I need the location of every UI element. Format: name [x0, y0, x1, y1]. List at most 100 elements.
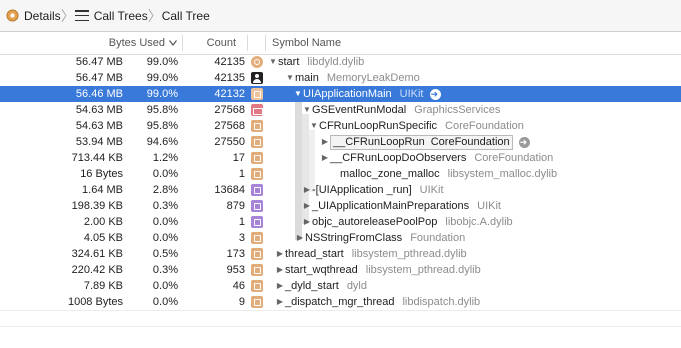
symbol-name: start	[278, 56, 300, 68]
framework-icon	[251, 296, 263, 308]
column-header: Bytes Used Count Symbol Name	[0, 32, 681, 55]
table-row[interactable]: 2.00 KB 0.0% 1 ▶ objc_autoreleasePoolPop…	[0, 214, 681, 230]
disclosure-closed-icon[interactable]: ▶	[302, 214, 312, 230]
table-row[interactable]: 1.64 MB 2.8% 13684 ▶ -[UIApplication _ru…	[0, 182, 681, 198]
disclosure-closed-icon[interactable]: ▶	[302, 198, 312, 214]
count-column-header[interactable]: Count	[183, 32, 236, 54]
table-row[interactable]: 16 Bytes 0.0% 1 malloc_zone_malloc libsy…	[0, 166, 681, 182]
disclosure-closed-icon[interactable]: ▶	[275, 278, 285, 294]
table-row[interactable]: 713.44 KB 1.2% 17 ▶ __CFRunLoopDoObserve…	[0, 150, 681, 166]
framework-icon	[251, 248, 263, 260]
symbol-cell: ▶ __CFRunLoopDoObservers CoreFoundation	[320, 150, 553, 166]
symbol-cell: ▶ _UIApplicationMainPreparations UIKit	[302, 198, 501, 214]
disclosure-closed-icon[interactable]: ▶	[275, 262, 285, 278]
disclosure-closed-icon[interactable]: ▶	[275, 246, 285, 262]
library-name: Foundation	[410, 232, 466, 244]
disclosure-open-icon[interactable]: ▼	[268, 54, 278, 70]
table-row[interactable]: 324.61 KB 0.5% 173 ▶ thread_start libsys…	[0, 246, 681, 262]
symbol-cell: ▼ UIApplicationMain UIKit	[293, 86, 441, 102]
breadcrumb-call-tree[interactable]: Call Tree	[162, 0, 210, 31]
library-name: libsystem_pthread.dylib	[365, 264, 481, 276]
bytes-cell: 1008 Bytes	[67, 296, 123, 308]
bytes-cell: 1.64 MB	[82, 184, 123, 196]
disclosure-open-icon[interactable]: ▼	[285, 70, 295, 86]
empty-row-separator	[0, 310, 681, 311]
table-row[interactable]: 198.39 KB 0.3% 879 ▶ _UIApplicationMainP…	[0, 198, 681, 214]
framework-icon	[251, 184, 263, 196]
breadcrumb-details[interactable]: Details	[0, 0, 61, 31]
percent-cell: 2.8%	[152, 184, 178, 196]
symbol-cell: ▶ objc_autoreleasePoolPop libobjc.A.dyli…	[302, 214, 513, 230]
table-row[interactable]: 53.94 MB 94.6% 27550 ▶ __CFRunLoopRun Co…	[0, 134, 681, 150]
focus-arrow-icon[interactable]	[429, 86, 441, 102]
count-cell: 3	[238, 232, 245, 244]
percent-cell: 95.8%	[146, 120, 178, 132]
disclosure-open-icon[interactable]: ▼	[293, 86, 303, 102]
bytes-cell: 56.46 MB	[75, 88, 123, 100]
focus-arrow-icon[interactable]	[518, 134, 530, 150]
library-name: libdispatch.dylib	[402, 296, 481, 308]
table-row[interactable]: 56.47 MB 99.0% 42135 ▼ start libdyld.dyl…	[0, 54, 681, 70]
disclosure-closed-icon[interactable]: ▶	[320, 134, 330, 150]
count-header-label: Count	[206, 37, 236, 49]
list-icon	[74, 10, 89, 21]
bytes-used-column-header[interactable]: Bytes Used	[0, 32, 165, 54]
percent-cell: 99.0%	[146, 72, 178, 84]
percent-cell: 0.0%	[152, 216, 178, 228]
symbol-name: NSStringFromClass	[305, 232, 403, 244]
disclosure-open-icon[interactable]: ▼	[302, 102, 312, 118]
percent-cell: 94.6%	[146, 136, 178, 148]
count-cell: 17	[232, 152, 245, 164]
symbol-cell: ▼ main MemoryLeakDemo	[285, 70, 420, 86]
table-row[interactable]: 7.89 KB 0.0% 46 ▶ _dyld_start dyld	[0, 278, 681, 294]
percent-cell: 0.0%	[152, 232, 178, 244]
table-row[interactable]: 1008 Bytes 0.0% 9 ▶ _dispatch_mgr_thread…	[0, 294, 681, 310]
column-divider[interactable]	[247, 35, 248, 51]
symbol-cell: ▼ CFRunLoopRunSpecific CoreFoundation	[309, 118, 524, 134]
library-name: dyld	[346, 280, 367, 292]
count-cell: 42132	[214, 88, 245, 100]
library-name: libdyld.dylib	[307, 56, 365, 68]
table-row-selected[interactable]: 56.46 MB 99.0% 42132 ▼ UIApplicationMain…	[0, 86, 681, 102]
breadcrumb-call-trees[interactable]: Call Trees	[74, 0, 148, 31]
framework-icon	[251, 280, 263, 292]
disclosure-closed-icon[interactable]: ▶	[320, 150, 330, 166]
symbol-cell: ▶ thread_start libsystem_pthread.dylib	[275, 246, 467, 262]
count-cell: 13684	[214, 184, 245, 196]
library-name: libsystem_pthread.dylib	[351, 248, 467, 260]
framework-icon	[251, 264, 263, 276]
framework-icon	[251, 104, 263, 116]
symbol-name-column-header[interactable]: Symbol Name	[272, 32, 341, 54]
column-divider[interactable]	[265, 35, 266, 51]
table-row[interactable]: 54.63 MB 95.8% 27568 ▼ CFRunLoopRunSpeci…	[0, 118, 681, 134]
symbol-cell: ▶ _dispatch_mgr_thread libdispatch.dylib	[275, 294, 480, 310]
framework-icon	[251, 120, 263, 132]
disclosure-closed-icon[interactable]: ▶	[275, 294, 285, 310]
symbol-name: objc_autoreleasePoolPop	[312, 216, 438, 228]
bytes-cell: 324.61 KB	[71, 248, 123, 260]
table-row[interactable]: 54.63 MB 95.8% 27568 ▼ GSEventRunModal G…	[0, 102, 681, 118]
symbol-name: _dyld_start	[285, 280, 339, 292]
count-cell: 42135	[214, 56, 245, 68]
disclosure-closed-icon[interactable]: ▶	[302, 182, 312, 198]
symbol-cell: malloc_zone_malloc libsystem_malloc.dyli…	[330, 166, 557, 182]
symbol-cell: ▼ start libdyld.dylib	[268, 54, 364, 70]
library-name: libsystem_malloc.dylib	[447, 168, 558, 180]
table-row[interactable]: 4.05 KB 0.0% 3 ▶ NSStringFromClass Found…	[0, 230, 681, 246]
symbol-name: UIApplicationMain	[303, 88, 392, 100]
bytes-cell: 16 Bytes	[80, 168, 123, 180]
symbol-name: malloc_zone_malloc	[340, 168, 440, 180]
symbol-name: start_wqthread	[285, 264, 358, 276]
symbol-cell: ▶ NSStringFromClass Foundation	[295, 230, 465, 246]
table-row[interactable]: 56.47 MB 99.0% 42135 ▼ main MemoryLeakDe…	[0, 70, 681, 86]
framework-icon	[251, 168, 263, 180]
symbol-name: GSEventRunModal	[312, 104, 407, 116]
breadcrumb-details-label: Details	[24, 8, 61, 23]
user-code-icon	[251, 72, 263, 84]
disclosure-closed-icon[interactable]: ▶	[295, 230, 305, 246]
table-row[interactable]: 220.42 KB 0.3% 953 ▶ start_wqthread libs…	[0, 262, 681, 278]
chevron-right-icon: 〉	[60, 7, 75, 24]
disclosure-open-icon[interactable]: ▼	[309, 118, 319, 134]
count-cell: 27568	[214, 104, 245, 116]
library-name: MemoryLeakDemo	[326, 72, 420, 84]
